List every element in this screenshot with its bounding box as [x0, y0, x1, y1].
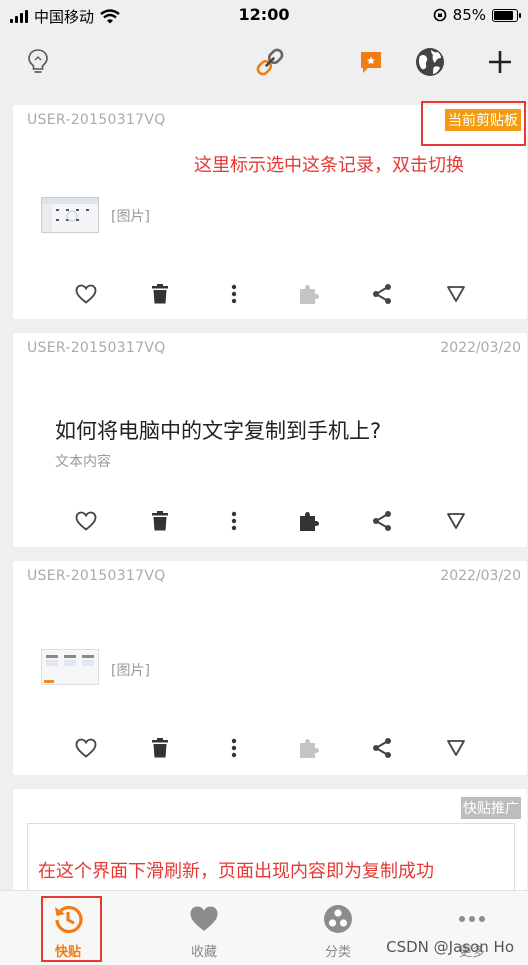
filter-icon[interactable]: [441, 506, 471, 536]
card-date: 2022/03/20: [440, 568, 521, 584]
clipboard-card[interactable]: USER-20150317VQ 2022/03/20 [图片]: [13, 561, 527, 775]
annotation-tab-box: [41, 896, 102, 962]
more-vert-icon[interactable]: [219, 506, 249, 536]
clipboard-card[interactable]: USER-20150317VQ 2022/03/20 如何将电脑中的文字复制到手…: [13, 333, 527, 547]
image-label: [图片]: [111, 209, 150, 225]
promo-badge: 快贴推广: [461, 797, 521, 819]
heart-icon[interactable]: [71, 279, 101, 309]
status-bar: 中国移动 12:00 85%: [0, 0, 528, 32]
more-vert-icon[interactable]: [219, 279, 249, 309]
heart-icon[interactable]: [71, 733, 101, 763]
card-user: USER-20150317VQ: [27, 340, 166, 356]
top-toolbar: [0, 32, 528, 96]
globe-icon[interactable]: [412, 44, 448, 80]
card-actions: [13, 279, 527, 309]
heart-icon: [189, 903, 219, 935]
share-icon[interactable]: [367, 279, 397, 309]
delete-icon[interactable]: [145, 506, 175, 536]
tab-label: 收藏: [190, 945, 217, 960]
image-thumbnail[interactable]: [41, 649, 99, 685]
extension-icon[interactable]: [293, 279, 323, 309]
tab-categories[interactable]: 分类: [288, 891, 388, 965]
more-vert-icon[interactable]: [219, 733, 249, 763]
share-icon[interactable]: [367, 733, 397, 763]
card-date: 2022/03/20: [440, 340, 521, 356]
card-actions: [13, 506, 527, 536]
watermark: CSDN @Jason Ho: [386, 938, 514, 956]
annotation-highlight-box: [421, 101, 526, 146]
annotation-bottom: 在这个界面下滑刷新，页面出现内容即为复制成功: [38, 861, 434, 882]
battery-group: 85%: [433, 6, 521, 24]
card-actions: [13, 733, 527, 763]
share-icon[interactable]: [367, 506, 397, 536]
filter-icon[interactable]: [441, 733, 471, 763]
delete-icon[interactable]: [145, 733, 175, 763]
tab-label: 分类: [324, 945, 351, 960]
add-icon[interactable]: [482, 44, 518, 80]
card-user: USER-20150317VQ: [27, 568, 166, 584]
image-thumbnail[interactable]: [41, 197, 99, 233]
delete-icon[interactable]: [145, 279, 175, 309]
card-user: USER-20150317VQ: [27, 112, 166, 128]
bulb-icon[interactable]: [20, 44, 56, 80]
battery-icon: [492, 8, 521, 22]
more-icon: [458, 903, 486, 935]
extension-icon[interactable]: [293, 506, 323, 536]
card-text-content: 如何将电脑中的文字复制到手机上?: [55, 419, 382, 443]
link-icon[interactable]: [252, 44, 288, 80]
extension-icon[interactable]: [293, 733, 323, 763]
tab-favorites[interactable]: 收藏: [154, 891, 254, 965]
orientation-lock-icon: [433, 8, 446, 22]
annotation-top: 这里标示选中这条记录，双击切换: [194, 155, 464, 176]
card-content-type: 文本内容: [55, 454, 111, 470]
new-note-icon[interactable]: [353, 44, 389, 80]
filter-icon[interactable]: [441, 279, 471, 309]
heart-icon[interactable]: [71, 506, 101, 536]
battery-percent: 85%: [452, 6, 486, 24]
category-icon: [323, 903, 353, 935]
image-label: [图片]: [111, 663, 150, 679]
